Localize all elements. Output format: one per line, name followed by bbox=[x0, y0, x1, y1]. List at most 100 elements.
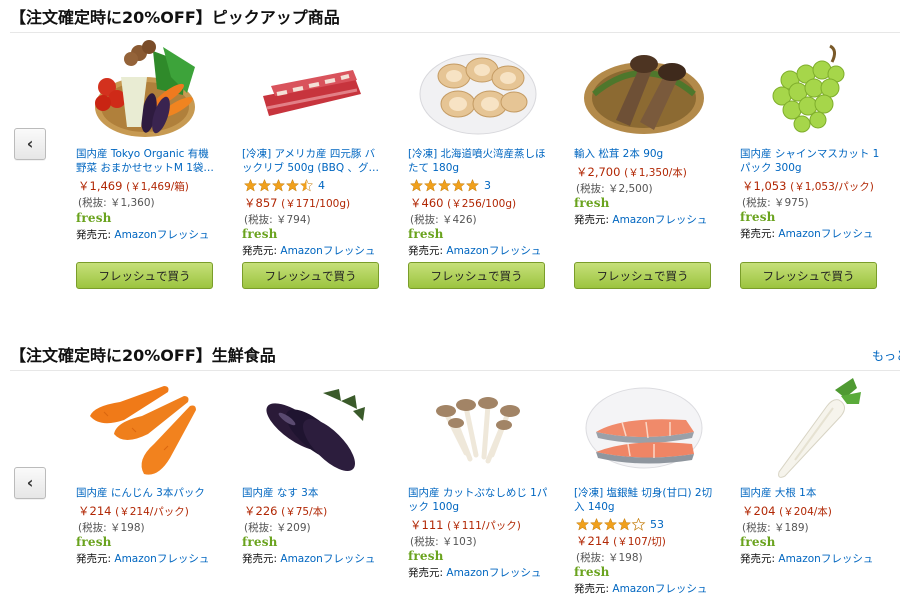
grapes-icon[interactable] bbox=[740, 36, 880, 144]
price-value: ￥857 bbox=[244, 196, 278, 210]
unit-price: (￥1,350/本) bbox=[624, 167, 687, 179]
carousel-prev-button[interactable]: ‹ bbox=[14, 128, 46, 160]
price-value: ￥204 bbox=[742, 504, 776, 518]
seller-link[interactable]: Amazonフレッシュ bbox=[114, 553, 209, 565]
price: ￥857 (￥171/100g) bbox=[244, 195, 350, 211]
fresh-logo: fresh bbox=[574, 196, 610, 210]
shimeji-icon[interactable] bbox=[408, 374, 548, 482]
carousel-prev-button[interactable]: ‹ bbox=[14, 467, 46, 499]
unit-price: (￥204/本) bbox=[779, 506, 832, 518]
tax-excluded-price: (税抜: ￥198) bbox=[78, 522, 145, 534]
buy-with-fresh-button[interactable]: フレッシュで買う bbox=[574, 262, 711, 289]
seller-line: 発売元: Amazonフレッシュ bbox=[740, 226, 873, 241]
rating[interactable]: 53 bbox=[576, 518, 664, 531]
seller-link[interactable]: Amazonフレッシュ bbox=[446, 567, 541, 579]
pork-ribs-icon[interactable] bbox=[242, 36, 382, 144]
product-title-link[interactable]: 国内産 大根 1本 bbox=[740, 486, 880, 500]
seller-label: 発売元: bbox=[408, 567, 444, 579]
see-more-link[interactable]: もっと bbox=[872, 347, 900, 364]
price: ￥204 (￥204/本) bbox=[742, 503, 832, 519]
seller-link[interactable]: Amazonフレッシュ bbox=[280, 553, 375, 565]
tax-excluded-price: (税抜: ￥103) bbox=[410, 536, 477, 548]
buy-with-fresh-button[interactable]: フレッシュで買う bbox=[740, 262, 877, 289]
fresh-logo: fresh bbox=[242, 227, 278, 241]
tax-excluded-price: (税抜: ￥1,360) bbox=[78, 197, 155, 209]
seller-link[interactable]: Amazonフレッシュ bbox=[778, 553, 873, 565]
review-count[interactable]: 53 bbox=[650, 518, 664, 531]
price: ￥226 (￥75/本) bbox=[244, 503, 327, 519]
fresh-logo: fresh bbox=[740, 535, 776, 549]
price-value: ￥111 bbox=[410, 518, 444, 532]
fresh-logo: fresh bbox=[574, 565, 610, 579]
section-divider bbox=[10, 370, 900, 371]
price-value: ￥226 bbox=[244, 504, 278, 518]
vegetable-basket-icon[interactable] bbox=[76, 36, 216, 144]
daikon-icon[interactable] bbox=[740, 374, 880, 482]
chevron-left-icon: ‹ bbox=[26, 134, 34, 153]
seller-label: 発売元: bbox=[574, 214, 610, 226]
seller-link[interactable]: Amazonフレッシュ bbox=[446, 245, 541, 257]
seller-label: 発売元: bbox=[76, 553, 112, 565]
review-count[interactable]: 3 bbox=[484, 179, 491, 192]
rating[interactable]: 3 bbox=[410, 179, 491, 192]
price: ￥214 (￥214/パック) bbox=[78, 503, 189, 519]
salmon-icon[interactable] bbox=[574, 374, 714, 482]
seller-line: 発売元: Amazonフレッシュ bbox=[408, 565, 541, 580]
seller-label: 発売元: bbox=[574, 583, 610, 595]
unit-price: (￥171/100g) bbox=[281, 198, 351, 210]
product-card: 国内産 Tokyo Organic 有機野菜 おまかせセットM 1袋… ￥1,4… bbox=[76, 36, 216, 296]
seller-label: 発売元: bbox=[76, 229, 112, 241]
price: ￥111 (￥111/パック) bbox=[410, 517, 521, 533]
tax-excluded-price: (税抜: ￥209) bbox=[244, 522, 311, 534]
unit-price: (￥75/本) bbox=[281, 506, 328, 518]
product-card: 国内産 シャインマスカット 1パック 300g ￥1,053 (￥1,053/パ… bbox=[740, 36, 880, 296]
buy-with-fresh-button[interactable]: フレッシュで買う bbox=[408, 262, 545, 289]
price: ￥214 (￥107/切) bbox=[576, 533, 666, 549]
review-count[interactable]: 4 bbox=[318, 179, 325, 192]
tax-excluded-price: (税抜: ￥189) bbox=[742, 522, 809, 534]
product-title-link[interactable]: [冷凍] 塩銀鮭 切身(甘口) 2切入 140g bbox=[574, 486, 714, 514]
seller-link[interactable]: Amazonフレッシュ bbox=[612, 583, 707, 595]
seller-link[interactable]: Amazonフレッシュ bbox=[114, 229, 209, 241]
rating[interactable]: 4 bbox=[244, 179, 325, 192]
product-title-link[interactable]: 国内産 カットぶなしめじ 1パック 100g bbox=[408, 486, 548, 514]
fresh-logo: fresh bbox=[242, 535, 278, 549]
seller-link[interactable]: Amazonフレッシュ bbox=[280, 245, 375, 257]
product-title-link[interactable]: 国内産 Tokyo Organic 有機野菜 おまかせセットM 1袋… bbox=[76, 147, 216, 175]
seller-line: 発売元: Amazonフレッシュ bbox=[76, 551, 209, 566]
unit-price: (￥1,469/箱) bbox=[126, 181, 189, 193]
buy-with-fresh-button[interactable]: フレッシュで買う bbox=[242, 262, 379, 289]
seller-label: 発売元: bbox=[242, 553, 278, 565]
price-value: ￥214 bbox=[78, 504, 112, 518]
tax-excluded-price: (税抜: ￥2,500) bbox=[576, 183, 653, 195]
section-divider bbox=[10, 32, 900, 33]
eggplant-icon[interactable] bbox=[242, 374, 382, 482]
tax-excluded-price: (税抜: ￥794) bbox=[244, 214, 311, 226]
product-title-link[interactable]: [冷凍] 北海道噴火湾産蒸しほたて 180g bbox=[408, 147, 548, 175]
product-card: 国内産 なす 3本 ￥226 (￥75/本) (税抜: ￥209) fresh … bbox=[242, 374, 382, 594]
price: ￥460 (￥256/100g) bbox=[410, 195, 516, 211]
price-value: ￥214 bbox=[576, 534, 610, 548]
product-card: 国内産 大根 1本 ￥204 (￥204/本) (税抜: ￥189) fresh… bbox=[740, 374, 880, 594]
product-title-link[interactable]: 国内産 シャインマスカット 1パック 300g bbox=[740, 147, 880, 175]
product-title-link[interactable]: 輸入 松茸 2本 90g bbox=[574, 147, 714, 161]
seller-label: 発売元: bbox=[408, 245, 444, 257]
fresh-logo: fresh bbox=[76, 535, 112, 549]
product-title-link[interactable]: 国内産 にんじん 3本パック bbox=[76, 486, 216, 500]
fresh-logo: fresh bbox=[408, 227, 444, 241]
scallop-plate-icon[interactable] bbox=[408, 36, 548, 144]
section-title: 【注文確定時に20%OFF】生鮮食品 bbox=[10, 346, 276, 365]
unit-price: (￥1,053/パック) bbox=[790, 181, 874, 193]
unit-price: (￥256/100g) bbox=[447, 198, 517, 210]
product-card: 輸入 松茸 2本 90g ￥2,700 (￥1,350/本) (税抜: ￥2,5… bbox=[574, 36, 714, 296]
matsutake-icon[interactable] bbox=[574, 36, 714, 144]
price-value: ￥460 bbox=[410, 196, 444, 210]
product-title-link[interactable]: 国内産 なす 3本 bbox=[242, 486, 382, 500]
seller-link[interactable]: Amazonフレッシュ bbox=[612, 214, 707, 226]
product-title-link[interactable]: [冷凍] アメリカ産 四元豚 バックリブ 500g (BBQ 、グ… bbox=[242, 147, 382, 175]
seller-link[interactable]: Amazonフレッシュ bbox=[778, 228, 873, 240]
product-card: [冷凍] 北海道噴火湾産蒸しほたて 180g 3 ￥460 (￥256/100g… bbox=[408, 36, 548, 296]
pickup-section: 【注文確定時に20%OFF】ピックアップ商品 ‹ 国内産 Tokyo Organ… bbox=[0, 0, 900, 320]
carrot-icon[interactable] bbox=[76, 374, 216, 482]
buy-with-fresh-button[interactable]: フレッシュで買う bbox=[76, 262, 213, 289]
